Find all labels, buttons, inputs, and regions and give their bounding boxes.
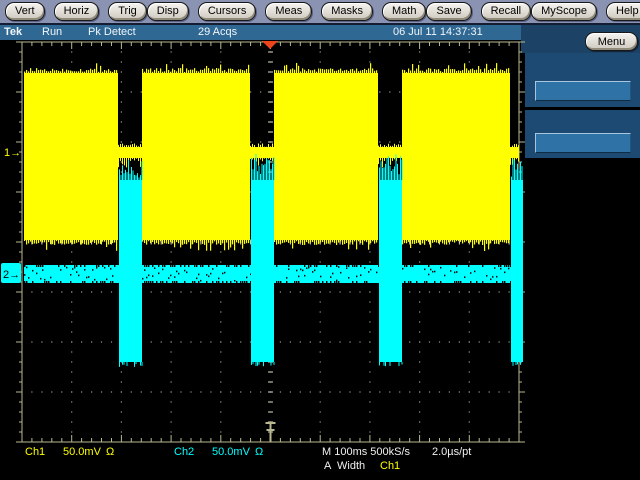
trigger-position-marker[interactable] [262, 41, 278, 49]
side-panel-field-1[interactable] [535, 81, 631, 101]
side-panel-top [525, 53, 640, 107]
tek-logo: Tek [4, 26, 23, 38]
scope-display[interactable]: 1→ 2→ [0, 40, 528, 480]
toolbar-button-masks[interactable]: Masks [321, 2, 374, 21]
side-panel-field-2[interactable] [535, 133, 631, 153]
ch2-readout-label: Ch2 [174, 446, 195, 458]
ch2-scale-readout: 50.0mV [212, 446, 250, 458]
timebase-readout: M 100ms 500kS/s [322, 446, 411, 458]
toolbar-button-math[interactable]: Math [382, 2, 427, 21]
expansion-point-marker [265, 422, 276, 442]
toolbar-button-disp[interactable]: Disp [146, 2, 189, 21]
toolbar-button-horiz[interactable]: Horiz [53, 2, 100, 21]
toolbar-button-trig[interactable]: Trig [108, 2, 147, 21]
menu-button[interactable]: Menu [585, 32, 638, 51]
trigger-system-readout: A [324, 460, 332, 472]
acquisition-mode: Pk Detect [88, 26, 136, 38]
toolbar-button-cursors[interactable]: Cursors [197, 2, 257, 21]
acquisition-count: 29 Acqs [198, 26, 238, 38]
ch1-coupling-readout: Ω [106, 446, 115, 458]
toolbar-button-meas[interactable]: Meas [265, 2, 313, 21]
toolbar-group: Save Recall [426, 2, 532, 21]
toolbar-button-myscope[interactable]: MyScope [531, 2, 597, 21]
toolbar-group: Disp Cursors Meas Masks Math [146, 2, 427, 21]
toolbar-button-help[interactable]: Help [606, 2, 640, 21]
oscilloscope-screen: Vert Horiz Trig Disp Cursors Meas Masks Math Sav… [0, 0, 640, 480]
toolbar-button-recall[interactable]: Recall [480, 2, 532, 21]
svg-text:2→: 2→ [3, 269, 20, 281]
ch2-reference-marker[interactable]: 2→ [1, 263, 21, 283]
toolbar-button-save[interactable]: Save [426, 2, 472, 21]
toolbar-group: MyScope Help [531, 2, 640, 21]
trigger-type-readout: Width [337, 460, 366, 472]
ch1-scale-readout: 50.0mV [63, 446, 101, 458]
ch2-coupling-readout: Ω [255, 446, 264, 458]
toolbar: Vert Horiz Trig Disp Cursors Meas Masks Math Sav… [0, 0, 640, 25]
ch1-readout-label: Ch1 [25, 446, 46, 458]
side-panel-bottom [525, 110, 640, 158]
toolbar-button-vert[interactable]: Vert [5, 2, 45, 21]
ch1-reference-marker[interactable]: 1→ [4, 147, 21, 159]
trigger-source-readout: Ch1 [380, 460, 401, 472]
run-state-label: Run [42, 26, 63, 38]
resolution-readout: 2.0µs/pt [432, 446, 472, 458]
toolbar-group: Vert Horiz Trig [5, 2, 147, 21]
datetime-display: 06 Jul 11 14:37:31 [393, 26, 483, 38]
